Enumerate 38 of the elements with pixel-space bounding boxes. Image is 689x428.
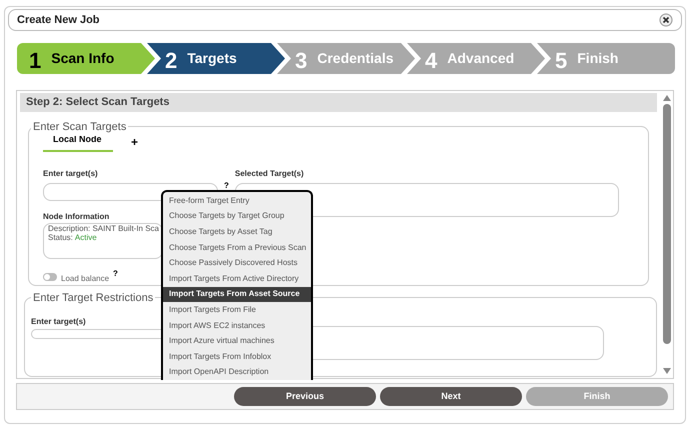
status-value: Active — [74, 232, 97, 242]
menu-item[interactable]: Import AWS EC2 instances — [163, 318, 311, 334]
fieldset-legend: Enter Target Restrictions — [31, 290, 156, 306]
field-label: Enter target(s) — [43, 168, 99, 180]
menu-item[interactable]: Choose Targets by Target Group — [163, 208, 311, 224]
menu-item[interactable]: Import OpenAPI Description — [163, 364, 311, 380]
menu-item[interactable]: Choose Targets From a Previous Scan — [163, 240, 311, 256]
add-tab-button[interactable]: + — [131, 136, 138, 148]
field-label: Node Information — [43, 210, 110, 222]
fieldset-legend: Enter Scan Targets — [31, 119, 128, 136]
scroll-down-icon[interactable] — [662, 368, 670, 374]
menu-item[interactable]: Import Targets From Infoblox — [163, 348, 311, 365]
toggle-switch[interactable] — [43, 272, 57, 280]
menu-item[interactable]: Import Targets From Asset Source — [163, 286, 311, 302]
menu-item[interactable]: Import Azure virtual machines — [163, 333, 311, 349]
menu-item[interactable]: Import Targets From File — [163, 302, 311, 318]
help-mark: ? — [113, 268, 118, 280]
wizard-step: 3 Credentials — [277, 43, 415, 74]
wizard-step: 5 Finish — [537, 43, 675, 74]
wizard-step: 1 Scan Info — [17, 43, 155, 74]
section-header: Step 2: Select Scan Targets — [20, 93, 657, 112]
wizard-step: 2 Targets — [147, 43, 285, 74]
close-icon[interactable] — [659, 13, 673, 27]
node-description: Description: SAINT Built-In Sca — [48, 224, 160, 232]
tab[interactable]: Local Node — [43, 133, 113, 152]
window-title: Create New Job — [17, 12, 100, 28]
scroll-up-icon[interactable] — [662, 95, 670, 101]
wizard-step: 4 Advanced — [407, 43, 545, 74]
menu-item[interactable]: Choose Targets by Asset Tag — [163, 224, 311, 240]
field-label: Selected Target(s) — [234, 168, 305, 180]
status-label: Status: — [48, 232, 73, 242]
toggle-label: Load balance — [61, 272, 110, 284]
menu-item[interactable]: Choose Passively Discovered Hosts — [163, 255, 311, 271]
wizard-button[interactable]: Next — [380, 387, 522, 406]
wizard-button[interactable]: Previous — [234, 387, 376, 406]
field-label: Enter target(s) — [31, 316, 86, 328]
menu-item[interactable]: Free-form Target Entry — [163, 193, 311, 209]
menu-item[interactable]: Import Targets From Active Directory — [163, 270, 311, 287]
